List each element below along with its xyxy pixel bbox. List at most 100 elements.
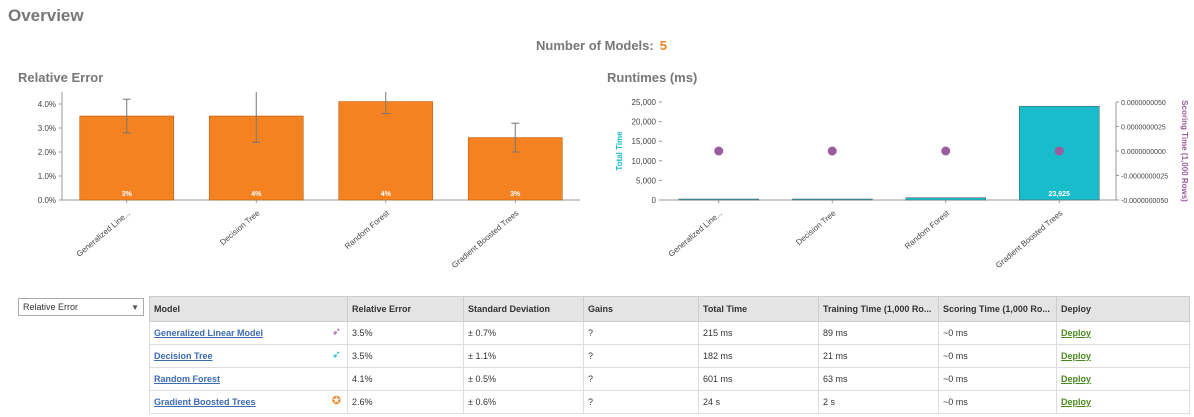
column-header-total-time[interactable]: Total Time [698,296,819,322]
table-row[interactable]: Random Forest 4.1% ± 0.5%? 601 ms 63 ms ~0 ms… [149,367,1190,391]
deploy-link[interactable]: Deploy [1061,328,1091,338]
relative-error-cell: 4.1% [347,367,464,391]
relative-error-chart: 0.0% 1.0% 2.0% 3.0% 4.0% 3% Generalized Line..… [38,92,580,270]
training-time-cell: 21 ms [818,344,939,368]
results-table: Model Relative Error Standard Deviation … [149,296,1190,414]
training-time-cell: 89 ms [818,321,939,345]
runner-icon: ➶ [331,326,341,338]
y-tick-label: 2.0% [38,148,56,157]
relative-error-cell: 3.5% [347,344,464,368]
award-icon: ✪ [331,395,341,407]
deploy-cell: Deploy [1056,367,1190,391]
gains-cell: ? [583,344,699,368]
gains-cell: ? [583,321,699,345]
gains-cell: ? [583,367,699,391]
metric-select[interactable]: Relative Error ▼ [18,298,144,316]
data-label: 3% [122,191,133,198]
column-header-gains[interactable]: Gains [583,296,699,322]
y-tick-label: 0 [652,196,657,205]
deploy-link[interactable]: Deploy [1061,397,1091,407]
scoring-time-cell: ~0 ms [938,390,1057,414]
y-tick-label: 10,000 [632,157,657,166]
model-cell: Decision Tree ➶ [149,344,348,368]
total-time-bar [678,198,759,201]
std-cell: ± 0.5% [463,367,584,391]
x-tick-label: Generalized Line... [667,209,724,259]
y-axis-label: Total Time [615,131,624,171]
models-count-value: 5 [659,38,667,53]
model-link[interactable]: Decision Tree [154,351,213,361]
model-link[interactable]: Random Forest [154,374,220,384]
model-link[interactable]: Generalized Linear Model [154,328,263,338]
y-tick-label: 4.0% [38,100,56,109]
runtimes-chart-title: Runtimes (ms) [607,70,698,85]
model-link[interactable]: Gradient Boosted Trees [154,397,256,407]
runtimes-chart: 0 5,000 10,000 15,000 20,000 25,000 Total Time… [615,98,1189,270]
scoring-time-point [1054,146,1064,156]
column-header-relative-error[interactable]: Relative Error [347,296,464,322]
bar [338,101,434,201]
table-row[interactable]: Generalized Linear Model ➶ 3.5% ± 0.7%? 215 … [149,321,1190,345]
column-header-deploy[interactable]: Deploy [1056,296,1190,322]
column-header-training-time[interactable]: Training Time (1,000 Ro... [818,296,939,322]
y2-tick-label: -0.0000000050 [1121,198,1168,205]
std-cell: ± 0.6% [463,390,584,414]
scoring-time-cell: ~0 ms [938,367,1057,391]
y-tick-label: 1.0% [38,172,56,181]
scoring-time-point [827,146,837,156]
scoring-time-cell: ~0 ms [938,344,1057,368]
gains-cell: ? [583,390,699,414]
deploy-link[interactable]: Deploy [1061,351,1091,361]
training-time-cell: 2 s [818,390,939,414]
model-cell: Generalized Linear Model ➶ [149,321,348,345]
scoring-time-cell: ~0 ms [938,321,1057,345]
deploy-cell: Deploy [1056,344,1190,368]
deploy-link[interactable]: Deploy [1061,374,1091,384]
total-time-cell: 24 s [698,390,819,414]
page-title: Overview [8,6,84,25]
y2-axis-label: Scoring Time (1,000 Rows) [1180,100,1189,202]
y-tick-label: 0.0% [38,196,56,205]
x-tick-label: Decision Tree [794,208,838,247]
total-time-cell: 601 ms [698,367,819,391]
total-time-bar [905,197,986,201]
data-label: 4% [251,191,262,198]
training-time-cell: 63 ms [818,367,939,391]
data-label: 3% [510,191,521,198]
models-count-label: Number of Models: [536,38,654,53]
deploy-cell: Deploy [1056,390,1190,414]
chevron-down-icon: ▼ [131,302,139,312]
scoring-time-point [941,146,951,156]
y2-tick-label: 0.0000000050 [1121,100,1166,107]
relative-error-cell: 3.5% [347,321,464,345]
scoring-time-point [714,146,724,156]
column-header-standard-deviation[interactable]: Standard Deviation [463,296,584,322]
column-header-scoring-time[interactable]: Scoring Time (1,000 Ro... [938,296,1057,322]
column-header-model[interactable]: Model [149,296,348,322]
x-tick-label: Decision Tree [218,208,262,247]
table-row[interactable]: Gradient Boosted Trees ✪ 2.6% ± 0.6%? 24 s2 … [149,390,1190,414]
relative-error-chart-title: Relative Error [18,70,104,85]
total-time-cell: 182 ms [698,344,819,368]
models-count: Number of Models: 5 [536,38,667,53]
x-tick-label: Generalized Line... [75,209,132,259]
y2-tick-label: 0.0000000000 [1121,149,1166,156]
y-tick-label: 3.0% [38,124,56,133]
total-time-bar [792,198,873,201]
std-cell: ± 0.7% [463,321,584,345]
deploy-cell: Deploy [1056,321,1190,345]
y-tick-label: 25,000 [632,98,657,107]
x-tick-label: Gradient Boosted Trees [994,209,1065,270]
x-tick-label: Random Forest [343,208,392,251]
table-row[interactable]: Decision Tree ➶ 3.5% ± 1.1%? 182 ms 21 ms ~0 m… [149,344,1190,368]
data-label: 4% [381,191,392,198]
x-tick-label: Random Forest [903,208,952,251]
model-cell: Gradient Boosted Trees ✪ [149,390,348,414]
x-tick-label: Gradient Boosted Trees [450,209,521,270]
data-label: 23,925 [1049,191,1071,198]
y-tick-label: 15,000 [632,137,657,146]
y2-tick-label: 0.0000000025 [1121,125,1166,132]
table-header-row: Model Relative Error Standard Deviation … [149,296,1190,322]
model-cell: Random Forest [149,367,348,391]
relative-error-cell: 2.6% [347,390,464,414]
